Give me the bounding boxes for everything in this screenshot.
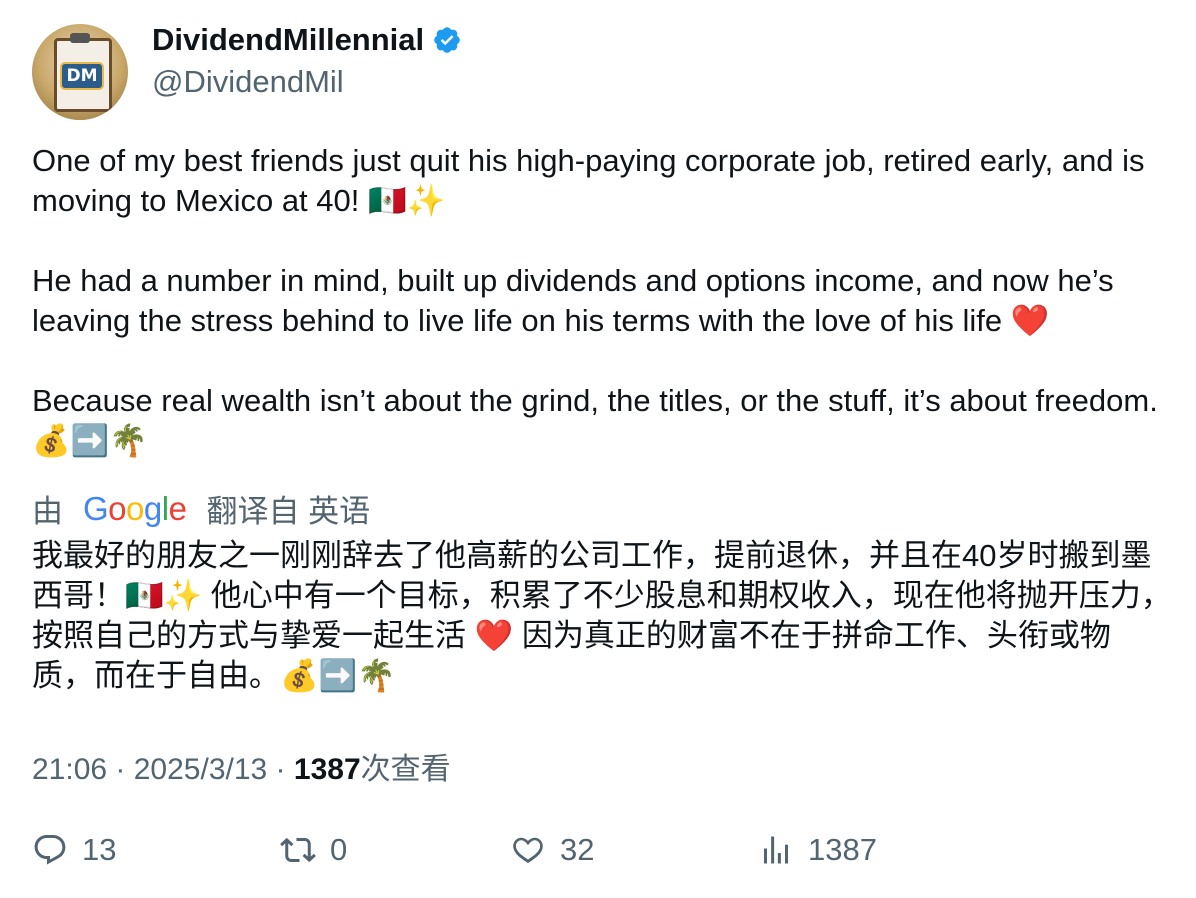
translated-text: 我最好的朋友之一刚刚辞去了他高薪的公司工作，提前退休，并且在40岁时搬到墨西哥！… [32,538,1172,693]
translated-from-label: 翻译自 英语 [206,494,371,529]
avatar-clip [70,33,90,43]
tweet-meta: 21:06 · 2025/3/13 · 1387次查看 [32,744,451,788]
meta-separator: · [267,753,294,786]
views-label: 次查看 [360,753,451,786]
retweet-button[interactable]: 0 [280,832,347,868]
avatar-monogram: DM [60,62,104,90]
verified-badge-icon [434,27,460,53]
like-button[interactable]: 32 [510,832,594,868]
reply-icon [34,835,66,865]
views-button[interactable]: 1387 [758,832,877,868]
views-action-count: 1387 [808,832,877,867]
translated-by-label: 由 [32,494,63,529]
retweet-icon [280,837,316,863]
author-display-name[interactable]: DividendMillennial [152,22,424,58]
tweet-time[interactable]: 21:06 [32,753,107,786]
google-logo: Google [83,489,187,527]
like-count: 32 [560,832,595,867]
reply-count: 13 [82,832,117,867]
tweet-date[interactable]: 2025/3/13 [134,753,267,786]
retweet-count: 0 [330,832,348,867]
author-handle[interactable]: @DividendMil [152,64,344,100]
heart-icon [513,837,543,863]
analytics-bar-icon [764,836,788,864]
avatar[interactable]: DM [32,24,128,120]
tweet-text: One of my best friends just quit his hig… [32,143,1158,458]
translation-attribution: 由 Google 翻译自 英语 [32,486,370,531]
meta-separator: · [107,753,134,786]
reply-button[interactable]: 13 [32,832,116,868]
author-name-row: DividendMillennial [152,22,462,58]
views-count: 1387 [293,753,361,786]
